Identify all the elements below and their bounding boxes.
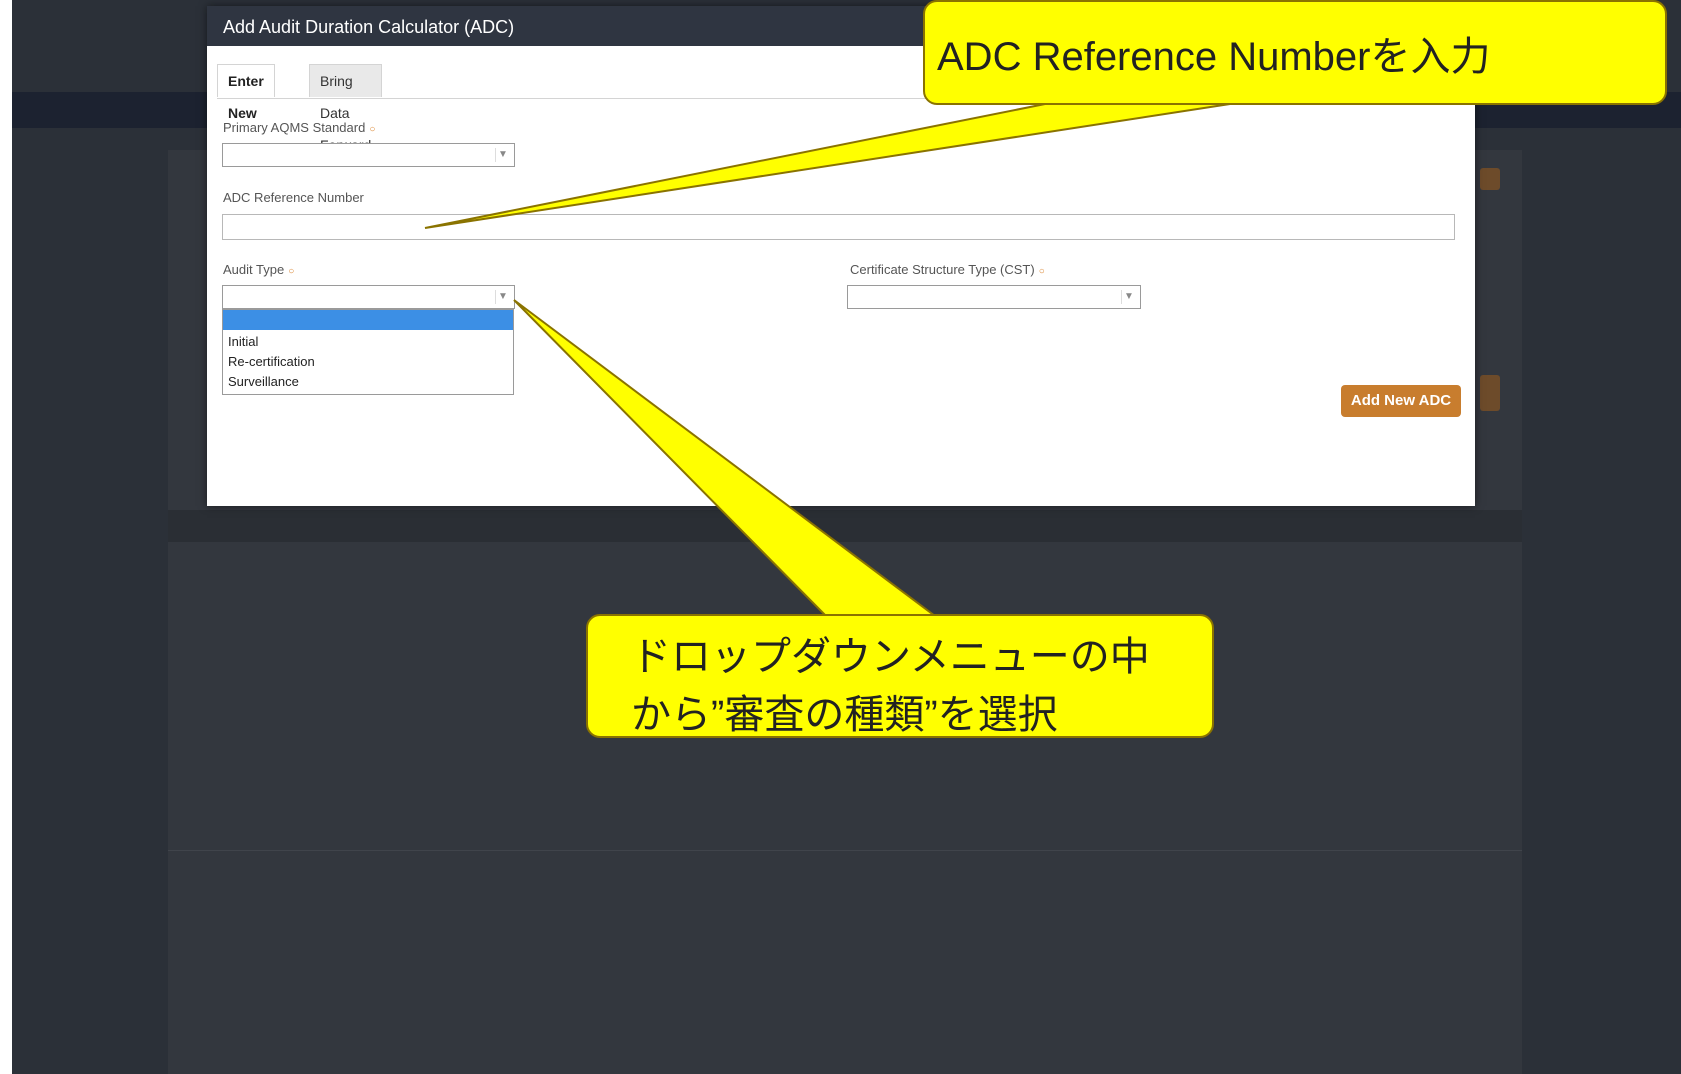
required-marker: ○	[1038, 266, 1045, 277]
modal-title: Add Audit Duration Calculator (ADC)	[223, 17, 515, 37]
dropdown-option-initial[interactable]: Initial	[223, 332, 513, 352]
callout-reference-number: ADC Reference Numberを入力	[923, 0, 1667, 105]
window-edge	[0, 0, 12, 1074]
callout-audit-type-text: ドロップダウンメニューの中から”審査の種類”を選択	[631, 635, 1150, 737]
background-table-header	[168, 510, 1522, 542]
chevron-down-icon: ▼	[495, 290, 510, 304]
chevron-down-icon: ▼	[495, 148, 510, 162]
background-row-divider	[168, 850, 1522, 851]
dropdown-option-surveillance[interactable]: Surveillance	[223, 372, 513, 392]
required-marker: ○	[288, 266, 295, 277]
required-marker: ○	[369, 124, 376, 135]
primary-standard-select[interactable]: ▼	[222, 143, 515, 167]
tab-bring-data-forward[interactable]: Bring Data Forward	[309, 64, 383, 153]
dropdown-option-blank[interactable]	[223, 310, 513, 330]
audit-type-select[interactable]: ▼	[222, 285, 515, 309]
background-button	[1480, 168, 1500, 190]
reference-number-input[interactable]	[222, 214, 1455, 240]
audit-type-dropdown-list: Initial Re-certification Surveillance	[222, 309, 514, 395]
audit-type-label: Audit Type ○	[223, 262, 295, 277]
reference-number-label: ADC Reference Number	[223, 190, 364, 205]
dropdown-option-recertification[interactable]: Re-certification	[223, 352, 513, 372]
callout-reference-text: ADC Reference Numberを入力	[937, 35, 1491, 79]
cst-select[interactable]: ▼	[847, 285, 1141, 309]
primary-standard-label: Primary AQMS Standard ○	[223, 120, 376, 135]
chevron-down-icon: ▼	[1121, 290, 1136, 304]
cst-label: Certificate Structure Type (CST) ○	[850, 262, 1045, 277]
tab-enter-new[interactable]: Enter New	[217, 64, 275, 121]
add-new-adc-button[interactable]: Add New ADC	[1341, 385, 1461, 417]
background-button	[1480, 375, 1500, 411]
callout-audit-type: ドロップダウンメニューの中から”審査の種類”を選択	[586, 614, 1214, 738]
